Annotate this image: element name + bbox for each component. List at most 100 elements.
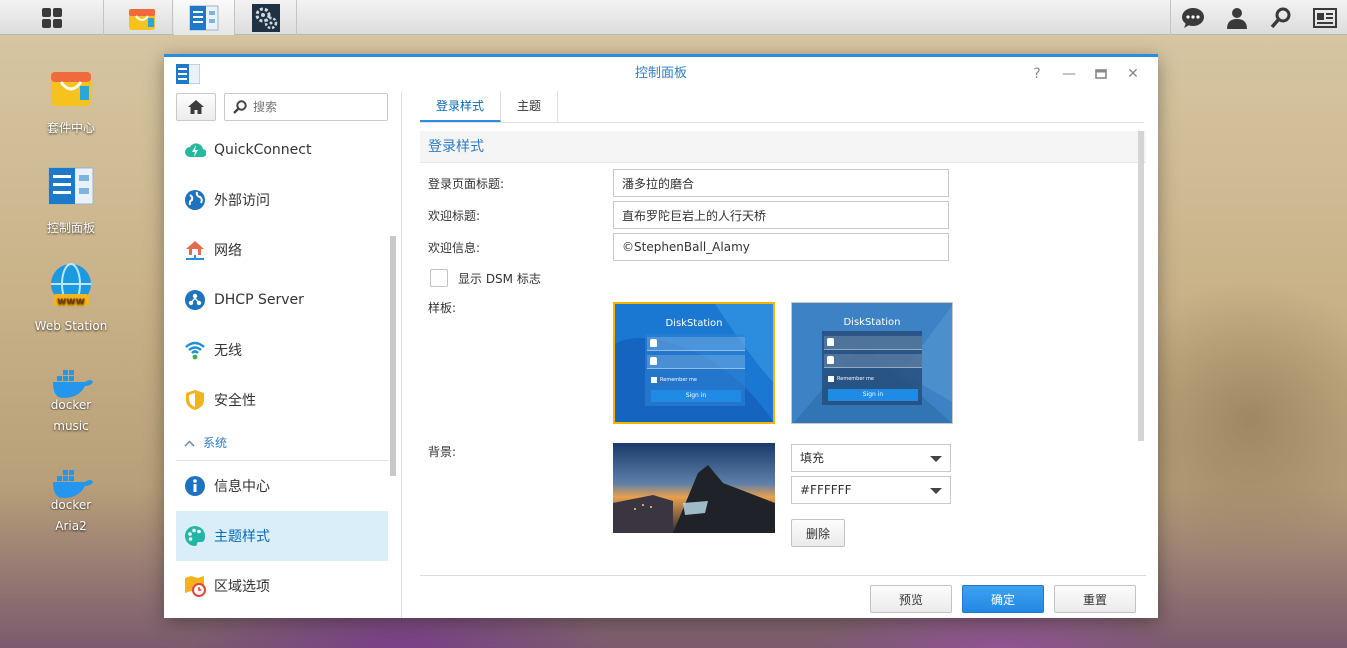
main-menu-button[interactable] xyxy=(0,0,104,35)
preview-button[interactable]: 预览 xyxy=(870,585,952,613)
content-scrollbar[interactable] xyxy=(1138,131,1144,441)
template-option-1[interactable]: DiskStation Remember me Sign in xyxy=(613,302,775,424)
gears-icon xyxy=(252,3,280,32)
docker-icon: docker xyxy=(51,470,93,512)
sidebar-item-label: 主题样式 xyxy=(214,529,270,545)
taskbar-app-control-panel[interactable] xyxy=(174,0,235,35)
sidebar-section-system[interactable]: 系统 xyxy=(176,425,388,461)
sidebar-item-label: 区域选项 xyxy=(214,579,270,595)
desktop-icon-package-center[interactable]: 套件中心 xyxy=(20,62,122,136)
web-station-icon: www xyxy=(51,263,91,307)
tab-login-style[interactable]: 登录样式 xyxy=(420,91,502,122)
sidebar-item-network[interactable]: 网络 xyxy=(176,225,388,275)
widgets-button[interactable] xyxy=(1303,0,1347,35)
sidebar-item-label: 无线 xyxy=(214,343,242,359)
control-panel-icon xyxy=(48,167,94,205)
delete-button[interactable]: 删除 xyxy=(791,519,845,547)
sidebar-search[interactable] xyxy=(224,93,388,121)
checkbox-icon xyxy=(651,377,657,383)
template-remember: Remember me xyxy=(651,377,697,383)
docker-icon: docker xyxy=(51,370,93,412)
template-option-2[interactable]: DiskStation Remember me Sign in xyxy=(791,302,953,424)
desktop-icon-label: Aria2 xyxy=(55,519,87,533)
template-password-field xyxy=(647,355,745,369)
desktop-icon-label: 控制面板 xyxy=(46,221,95,235)
sidebar-item-wireless[interactable]: 无线 xyxy=(176,325,388,375)
sidebar-item-label: 信息中心 xyxy=(214,479,270,495)
reset-button[interactable]: 重置 xyxy=(1054,585,1136,613)
taskbar xyxy=(0,0,1347,35)
sidebar-item-label: QuickConnect xyxy=(214,142,312,158)
chat-icon xyxy=(1182,7,1204,28)
minimize-icon[interactable]: — xyxy=(1058,65,1080,83)
lock-icon xyxy=(650,357,657,365)
home-button[interactable] xyxy=(176,93,216,121)
welcome-title-input[interactable] xyxy=(613,201,949,229)
background-color-value: #FFFFFF xyxy=(800,483,852,497)
maximize-icon[interactable] xyxy=(1090,65,1112,83)
chat-button[interactable] xyxy=(1171,0,1215,35)
taskbar-app-settings[interactable] xyxy=(236,0,297,35)
sidebar-item-label: 外部访问 xyxy=(214,193,270,209)
sidebar: QuickConnect 外部访问 网络 DHCP Server xyxy=(164,91,402,618)
template-label: 样板: xyxy=(428,301,457,315)
sidebar-item-quickconnect[interactable]: QuickConnect xyxy=(176,125,388,175)
dropdown-arrow-icon xyxy=(930,488,942,494)
content-area: 登录样式 主题 登录样式 登录页面标题: 欢迎标题: 欢迎信息: 显示 DSM … xyxy=(404,91,1158,618)
search-button[interactable] xyxy=(1259,0,1303,35)
desktop-icon-music[interactable]: docker music xyxy=(20,362,122,433)
fill-mode-select[interactable]: 填充 xyxy=(791,444,951,472)
sidebar-item-label: 安全性 xyxy=(214,393,256,409)
footer-divider xyxy=(420,575,1146,576)
dropdown-arrow-icon xyxy=(930,456,942,462)
template-user-field xyxy=(647,337,745,351)
home-icon xyxy=(188,100,204,114)
login-title-label: 登录页面标题: xyxy=(428,177,505,191)
widgets-icon xyxy=(1313,7,1337,28)
taskbar-app-package-center[interactable] xyxy=(112,0,173,35)
desktop-icon-control-panel[interactable]: 控制面板 xyxy=(20,162,122,236)
desktop-icon-aria2[interactable]: docker Aria2 xyxy=(20,462,122,533)
user-icon xyxy=(650,339,657,347)
search-input[interactable] xyxy=(253,100,383,114)
search-icon xyxy=(233,100,247,114)
template-signin-button: Sign in xyxy=(651,390,741,402)
desktop-icon-label: music xyxy=(53,419,89,433)
sidebar-item-theme[interactable]: 主题样式 xyxy=(176,511,388,561)
shield-icon xyxy=(184,389,206,411)
sidebar-scrollbar[interactable] xyxy=(390,236,396,476)
chevron-up-icon xyxy=(184,436,195,450)
close-icon[interactable]: ✕ xyxy=(1122,65,1144,83)
dhcp-icon xyxy=(184,289,206,311)
quickconnect-icon xyxy=(184,139,206,161)
sidebar-item-label: DHCP Server xyxy=(214,292,304,308)
sidebar-item-security[interactable]: 安全性 xyxy=(176,375,388,425)
welcome-message-input[interactable] xyxy=(613,233,949,261)
user-button[interactable] xyxy=(1215,0,1259,35)
background-thumbnail[interactable] xyxy=(613,443,775,533)
user-icon xyxy=(827,338,834,346)
package-center-icon xyxy=(51,72,91,106)
sidebar-item-regional-options[interactable]: 区域选项 xyxy=(176,561,388,611)
help-icon[interactable]: ? xyxy=(1026,65,1048,83)
control-panel-window: 控制面板 ? — ✕ 搜索 QuickConnect 外部访问 网络 DHCP … xyxy=(164,54,1158,618)
package-center-icon xyxy=(129,8,155,30)
tab-theme[interactable]: 主题 xyxy=(501,91,559,122)
sidebar-item-info-center[interactable]: 信息中心 xyxy=(176,461,388,511)
taskbar-tray xyxy=(1170,0,1347,35)
region-icon xyxy=(184,575,206,597)
template-title: DiskStation xyxy=(843,317,901,328)
user-icon xyxy=(1227,7,1247,29)
login-title-input[interactable] xyxy=(613,169,949,197)
search-icon xyxy=(1270,7,1291,28)
sidebar-item-external-access[interactable]: 外部访问 xyxy=(176,175,388,225)
ok-button[interactable]: 确定 xyxy=(962,585,1044,613)
window-titlebar[interactable]: 控制面板 ? — ✕ xyxy=(164,57,1158,91)
template-signin-button: Sign in xyxy=(828,389,918,401)
background-color-select[interactable]: #FFFFFF xyxy=(791,476,951,504)
sidebar-item-dhcp-server[interactable]: DHCP Server xyxy=(176,275,388,325)
globe-icon xyxy=(184,189,206,211)
show-dsm-logo-checkbox[interactable] xyxy=(430,269,448,287)
desktop-icon-web-station[interactable]: www Web Station xyxy=(20,262,122,333)
svg-text:docker: docker xyxy=(51,398,91,410)
